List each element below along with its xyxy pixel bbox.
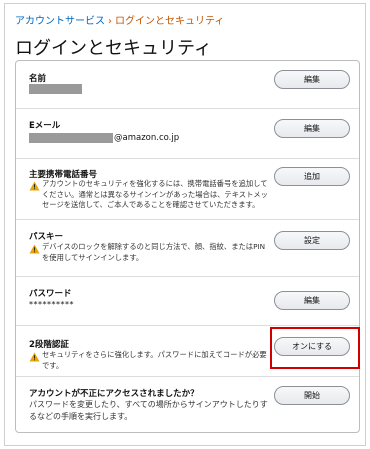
edit-name-button[interactable]: 編集 xyxy=(274,70,350,89)
password-label: パスワード xyxy=(29,289,72,299)
passkey-warning-text: デバイスのロックを解除するのと同じ方法で、顔、指紋、またはPINを使用してサイン… xyxy=(42,242,266,262)
add-phone-button[interactable]: 追加 xyxy=(274,167,350,186)
compromised-text: パスワードを変更したり、すべての場所からサインアウトしたりするなどの手順を実行し… xyxy=(29,400,268,421)
warning-triangle-icon xyxy=(29,244,40,254)
redacted-email xyxy=(29,133,113,143)
security-settings-card: 名前 編集 Eメール @amazon.co.jp 編集 主要携帯電話番号 アカウ… xyxy=(15,60,360,433)
email-row: Eメール @amazon.co.jp 編集 xyxy=(16,108,359,158)
phone-warning: アカウントのセキュリティを強化するには、携帯電話番号を追加してください。通常とは… xyxy=(29,179,269,211)
start-compromise-button[interactable]: 開始 xyxy=(274,386,350,405)
password-masked: ********** xyxy=(29,300,74,309)
warning-triangle-icon xyxy=(29,181,40,191)
setup-passkey-button[interactable]: 設定 xyxy=(274,231,350,250)
page: アカウントサービス › ログインとセキュリティ ログインとセキュリティ 名前 編集 … xyxy=(4,3,366,446)
compromised-row: アカウントが不正にアクセスされましたか？ パスワードを変更したり、すべての場所か… xyxy=(16,376,359,432)
compromised-label: アカウントが不正にアクセスされましたか？ xyxy=(29,389,199,399)
name-label: 名前 xyxy=(29,74,47,84)
email-label: Eメール xyxy=(29,121,61,131)
passkey-warning: デバイスのロックを解除するのと同じ方法で、顔、指紋、またはPINを使用してサイン… xyxy=(29,242,269,263)
two-step-warning-text: セキュリティをさらに強化します。パスワードに加えてコードが必要です。 xyxy=(42,350,267,370)
two-step-label: 2段階認証 xyxy=(29,340,69,350)
passkey-label: パスキー xyxy=(29,232,64,242)
warning-triangle-icon xyxy=(29,352,40,362)
edit-email-button[interactable]: 編集 xyxy=(274,119,350,138)
phone-warning-text: アカウントのセキュリティを強化するには、携帯電話番号を追加してください。通常とは… xyxy=(42,179,268,209)
page-title: ログインとセキュリティ xyxy=(15,38,212,59)
two-step-warning: セキュリティをさらに強化します。パスワードに加えてコードが必要です。 xyxy=(29,350,269,371)
email-domain: @amazon.co.jp xyxy=(114,133,180,143)
passkey-row: パスキー デバイスのロックを解除するのと同じ方法で、顔、指紋、またはPINを使用… xyxy=(16,219,359,276)
redacted-name xyxy=(29,84,82,94)
breadcrumb: アカウントサービス › ログインとセキュリティ xyxy=(15,12,224,27)
breadcrumb-link-account-services[interactable]: アカウントサービス xyxy=(15,16,105,27)
name-row: 名前 編集 xyxy=(16,61,359,108)
edit-password-button[interactable]: 編集 xyxy=(274,291,350,310)
password-row: パスワード ********** 編集 xyxy=(16,276,359,325)
breadcrumb-separator: › xyxy=(108,16,112,27)
breadcrumb-current: ログインとセキュリティ xyxy=(115,16,225,27)
phone-row: 主要携帯電話番号 アカウントのセキュリティを強化するには、携帯電話番号を追加して… xyxy=(16,158,359,219)
highlight-box xyxy=(270,327,360,369)
